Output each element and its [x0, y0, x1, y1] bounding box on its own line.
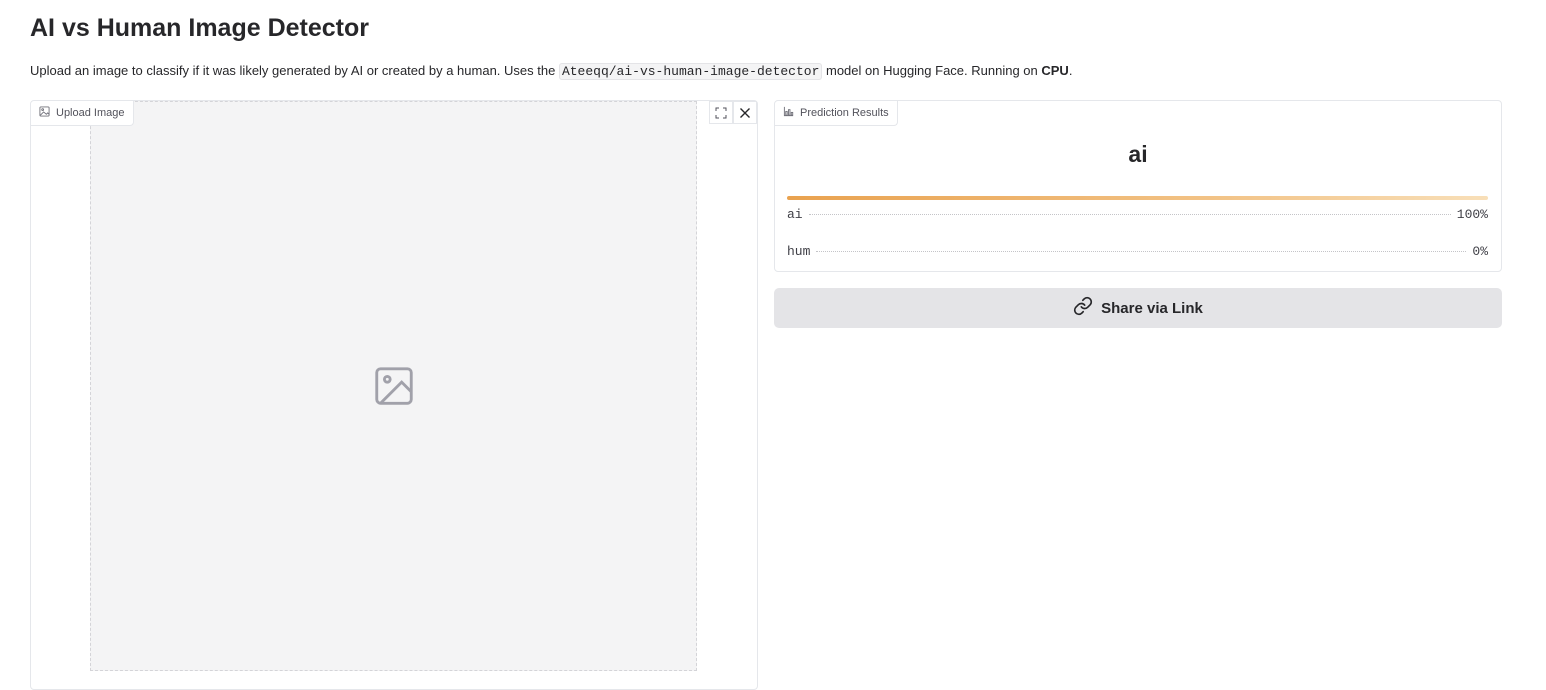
upload-label-text: Upload Image	[56, 107, 125, 119]
confidence-value: 100%	[1456, 207, 1488, 222]
page-description: Upload an image to classify if it was li…	[30, 63, 1073, 80]
upload-image-panel[interactable]: Upload Image	[30, 100, 758, 690]
upload-image-label: Upload Image	[31, 101, 134, 126]
image-icon	[39, 106, 50, 120]
prediction-results-label: Prediction Results	[775, 101, 898, 126]
description-text-2: model on Hugging Face. Running on	[822, 63, 1042, 78]
link-icon	[1073, 296, 1093, 320]
confidence-row-hum[interactable]: hum 0%	[787, 244, 1488, 259]
confidence-row-ai[interactable]: ai 100%	[787, 207, 1488, 222]
confidence-label: ai	[787, 207, 803, 222]
fullscreen-icon	[715, 107, 727, 118]
clear-image-button[interactable]	[733, 101, 757, 124]
page-title: AI vs Human Image Detector	[30, 14, 369, 42]
share-via-link-button[interactable]: Share via Link	[774, 288, 1502, 328]
confidence-value: 0%	[1472, 244, 1488, 259]
fullscreen-button[interactable]	[709, 101, 733, 124]
description-end: .	[1068, 63, 1073, 78]
image-placeholder	[371, 363, 417, 409]
device-name: CPU	[1041, 63, 1069, 78]
uploaded-image	[90, 101, 697, 671]
dotted-leader	[808, 214, 1451, 215]
description-text: Upload an image to classify if it was li…	[30, 63, 559, 78]
confidence-label: hum	[787, 244, 811, 259]
image-toolbar	[709, 101, 757, 124]
image-placeholder-icon	[374, 367, 413, 405]
confidence-bar	[787, 196, 1488, 200]
close-icon	[740, 107, 750, 118]
model-name: Ateeqq/ai-vs-human-image-detector	[558, 63, 823, 80]
dotted-leader	[816, 251, 1467, 252]
bar-chart-icon	[783, 106, 794, 120]
results-label-text: Prediction Results	[800, 107, 889, 119]
top-prediction-label: ai	[1128, 141, 1148, 167]
share-button-label: Share via Link	[1101, 299, 1203, 317]
prediction-results-panel: Prediction Results ai ai 100% hum 0%	[774, 100, 1502, 272]
